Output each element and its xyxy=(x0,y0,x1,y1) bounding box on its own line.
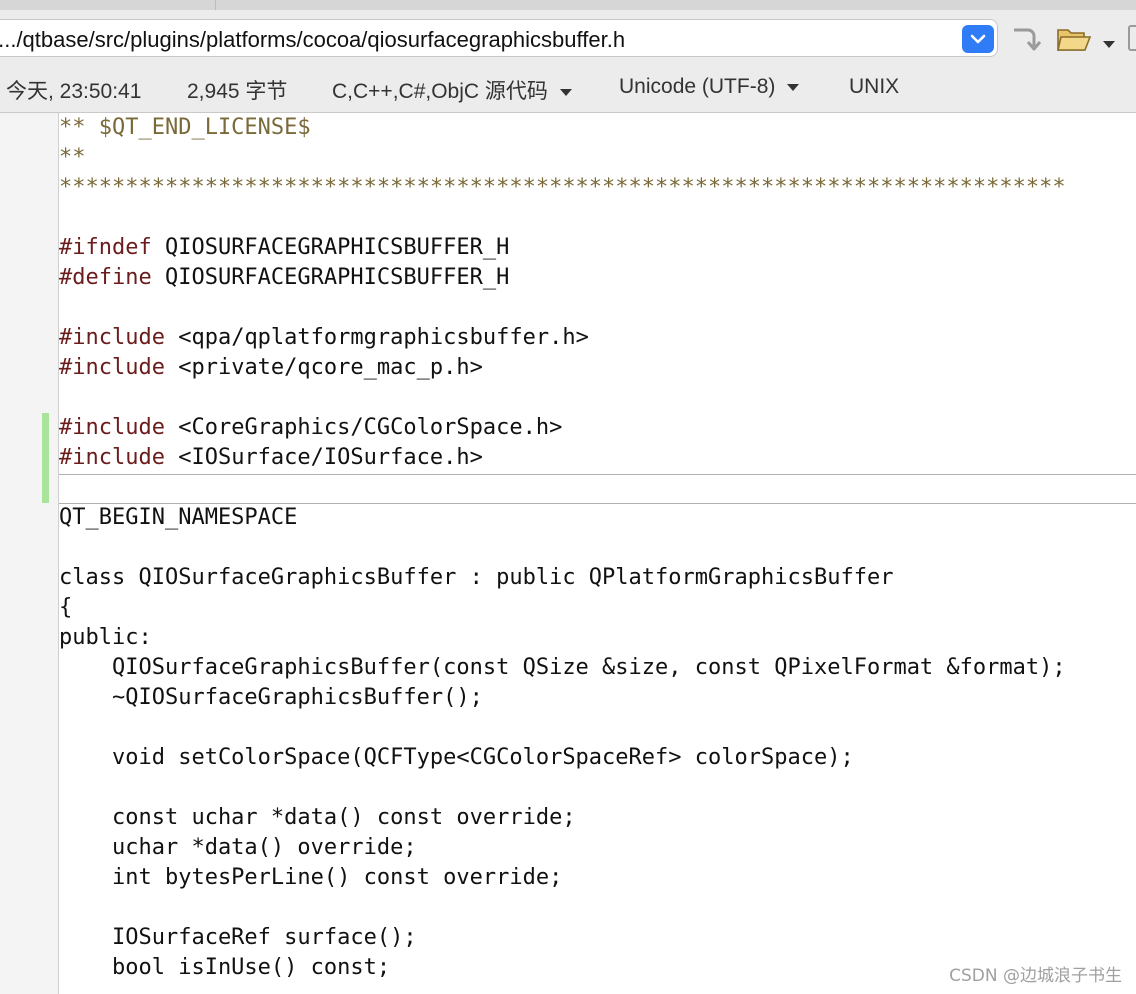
chevron-down-icon xyxy=(970,34,986,44)
code-line: class QIOSurfaceGraphicsBuffer : public … xyxy=(59,565,894,590)
code-line: #include <CoreGraphics/CGColorSpace.h> xyxy=(59,413,562,443)
caret-down-icon xyxy=(559,88,572,96)
code-line: #define QIOSURFACEGRAPHICSBUFFER_H xyxy=(59,263,509,293)
tab-strip-segment xyxy=(0,0,216,10)
language-selector[interactable]: C,C++,C#,ObjC 源代码 xyxy=(332,75,572,105)
code-line: public: xyxy=(59,625,152,650)
caret-down-icon xyxy=(787,83,800,91)
language-label: C,C++,C#,ObjC 源代码 xyxy=(332,80,548,103)
code-line: { xyxy=(59,595,73,620)
folder-menu-caret[interactable] xyxy=(1102,37,1116,55)
watermark-text: CSDN @边城浪子书生 xyxy=(949,966,1122,986)
file-info-bar: 今天, 23:50:41 2,945 字节 C,C++,C#,ObjC 源代码 … xyxy=(0,68,1136,113)
preprocessor-directive: #include xyxy=(59,415,165,440)
code-line: #include <private/qcore_mac_p.h> xyxy=(59,353,483,383)
code-line: #ifndef QIOSURFACEGRAPHICSBUFFER_H xyxy=(59,233,509,263)
line-endings-selector[interactable]: UNIX xyxy=(849,75,899,99)
code-line: ** $QT_END_LICENSE$ xyxy=(59,115,311,140)
path-bar: /.../qtbase/src/plugins/platforms/cocoa/… xyxy=(0,10,1136,68)
editor-gutter xyxy=(0,113,59,994)
directive-argument: QIOSURFACEGRAPHICSBUFFER_H xyxy=(151,265,510,290)
file-path-text: /.../qtbase/src/plugins/platforms/cocoa/… xyxy=(0,27,626,52)
path-dropdown-button[interactable] xyxy=(962,25,994,53)
preprocessor-directive: #ifndef xyxy=(59,235,152,260)
window-edge-control[interactable] xyxy=(1128,24,1136,59)
go-to-file-button[interactable] xyxy=(1010,24,1042,59)
code-editor[interactable]: ** $QT_END_LICENSE$ ** *******************… xyxy=(0,113,1136,994)
preprocessor-directive: #include xyxy=(59,445,165,470)
code-line: ~QIOSurfaceGraphicsBuffer(); xyxy=(59,685,483,710)
code-line: IOSurfaceRef surface(); xyxy=(59,925,417,950)
tab-strip-segment xyxy=(216,0,1136,10)
split-view-icon xyxy=(1128,25,1136,51)
change-marker xyxy=(42,413,49,503)
window-top-strip xyxy=(0,0,1136,10)
preprocessor-directive: #include xyxy=(59,325,165,350)
encoding-label: Unicode (UTF-8) xyxy=(619,75,776,98)
code-line: #include <qpa/qplatformgraphicsbuffer.h> xyxy=(59,323,589,353)
code-line: QIOSurfaceGraphicsBuffer(const QSize &si… xyxy=(59,655,1066,680)
directive-argument: <qpa/qplatformgraphicsbuffer.h> xyxy=(164,325,589,350)
directive-argument: <IOSurface/IOSurface.h> xyxy=(164,445,483,470)
file-path-field[interactable]: /.../qtbase/src/plugins/platforms/cocoa/… xyxy=(0,19,998,57)
encoding-selector[interactable]: Unicode (UTF-8) xyxy=(619,75,800,99)
code-line: #include <IOSurface/IOSurface.h> xyxy=(59,443,483,473)
folder-icon xyxy=(1056,29,1092,51)
directive-argument: QIOSURFACEGRAPHICSBUFFER_H xyxy=(151,235,510,260)
preprocessor-directive: #include xyxy=(59,355,165,380)
code-line: const uchar *data() const override; xyxy=(59,805,576,830)
file-size: 2,945 字节 xyxy=(187,80,288,103)
directive-argument: <private/qcore_mac_p.h> xyxy=(164,355,483,380)
code-line: bool isInUse() const; xyxy=(59,955,391,980)
code-line: int bytesPerLine() const override; xyxy=(59,865,563,890)
code-line: ****************************************… xyxy=(59,175,1066,200)
code-line: uchar *data() override; xyxy=(59,835,417,860)
directive-argument: <CoreGraphics/CGColorSpace.h> xyxy=(164,415,563,440)
preprocessor-directive: #define xyxy=(59,265,152,290)
current-line-highlight xyxy=(59,474,1136,504)
open-folder-button[interactable] xyxy=(1056,24,1092,59)
redirect-arrow-icon xyxy=(1014,28,1042,51)
code-line: ** xyxy=(59,145,86,170)
code-line: void setColorSpace(QCFType<CGColorSpaceR… xyxy=(59,745,854,770)
code-line: QT_BEGIN_NAMESPACE xyxy=(59,505,298,530)
modified-timestamp: 今天, 23:50:41 xyxy=(6,80,142,103)
caret-down-icon xyxy=(1103,41,1115,48)
